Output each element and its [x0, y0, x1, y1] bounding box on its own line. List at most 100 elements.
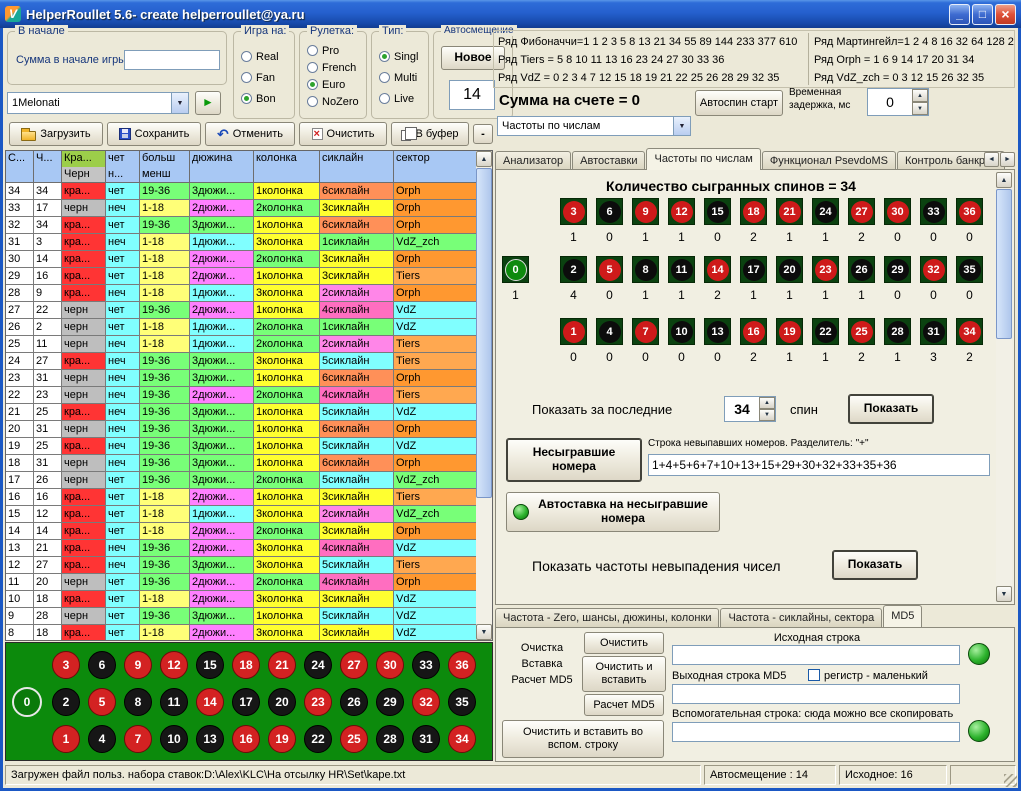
wheel-number[interactable]: 1 [52, 725, 80, 753]
table-row[interactable]: 1321кра...неч19-362дюжи...3колонка4сикла… [6, 540, 492, 557]
wheel-number[interactable]: 24 [304, 651, 332, 679]
md5-clear-paste-button[interactable]: Очистить и вставить [582, 656, 666, 692]
table-row[interactable]: 2031черннеч19-363дюжи...1колонка6сиклайн… [6, 421, 492, 438]
wheel-number[interactable]: 20 [268, 688, 296, 716]
scroll-down-icon[interactable]: ▼ [476, 624, 492, 640]
wheel-number[interactable]: 32 [412, 688, 440, 716]
wheel-zero[interactable]: 0 [12, 687, 42, 717]
wheel-number[interactable]: 33 [412, 651, 440, 679]
minimize-button[interactable]: _ [949, 4, 970, 25]
freq-number[interactable]: 6 [596, 198, 623, 225]
freq-number[interactable]: 32 [920, 256, 947, 283]
freq-number[interactable]: 25 [848, 318, 875, 345]
md5-output-input[interactable] [672, 684, 960, 704]
freq-number[interactable]: 20 [776, 256, 803, 283]
table-scroll-thumb[interactable] [476, 168, 492, 498]
table-row[interactable]: 3434кра...чет19-363дюжи...1колонка6сикла… [6, 183, 492, 200]
freq-number[interactable]: 35 [956, 256, 983, 283]
wheel-number[interactable]: 19 [268, 725, 296, 753]
freq-number[interactable]: 31 [920, 318, 947, 345]
last-spins-spinner[interactable]: 34 ▲ ▼ [724, 396, 776, 422]
tab-bottom-1[interactable]: Частота - Zero, шансы, дюжины, колонки [495, 608, 719, 627]
wheel-number[interactable]: 17 [232, 688, 260, 716]
radio-real[interactable]: Real [241, 50, 294, 63]
autospin-start-button[interactable]: Автоспин старт [695, 90, 783, 116]
wheel-number[interactable]: 2 [52, 688, 80, 716]
start-sum-input[interactable] [124, 50, 220, 70]
wheel-number[interactable]: 27 [340, 651, 368, 679]
delay-spin-buttons[interactable]: ▲ ▼ [912, 89, 928, 115]
radio-multi[interactable]: Multi [379, 71, 428, 84]
freq-number[interactable]: 34 [956, 318, 983, 345]
mode-combobox[interactable]: Частоты по числам ▼ [497, 116, 691, 136]
freq-zero[interactable]: 0 [502, 256, 529, 283]
freq-number[interactable]: 5 [596, 256, 623, 283]
wheel-number[interactable]: 22 [304, 725, 332, 753]
md5-clear-paste-aux-button[interactable]: Очистить и вставить во вспом. строку [502, 720, 664, 758]
wheel-number[interactable]: 11 [160, 688, 188, 716]
freq-scrollbar[interactable]: ▲ ▼ [996, 172, 1012, 602]
close-button[interactable]: × [995, 4, 1016, 25]
freq-number[interactable]: 30 [884, 198, 911, 225]
md5-clear-button[interactable]: Очистить [584, 632, 664, 654]
table-row[interactable]: 1925кра...неч19-363дюжи...1колонка5сикла… [6, 438, 492, 455]
table-row[interactable]: 2125кра...неч19-363дюжи...1колонка5сикла… [6, 404, 492, 421]
freq-number[interactable]: 11 [668, 256, 695, 283]
wheel-number[interactable]: 28 [376, 725, 404, 753]
maximize-button[interactable]: □ [972, 4, 993, 25]
md5-aux-input[interactable] [672, 722, 960, 742]
load-button[interactable]: Загрузить [9, 122, 103, 146]
table-row[interactable]: 262чернчет1-181дюжи...2колонка1сиклайнVd… [6, 319, 492, 336]
column-header[interactable]: дюжина [190, 151, 254, 183]
missed-numbers-button[interactable]: Несыгравшие номера [506, 438, 642, 482]
table-scrollbar[interactable]: ▲ ▼ [476, 151, 492, 640]
column-header[interactable]: Кра...Черн [62, 151, 106, 183]
radio-euro[interactable]: Euro [307, 78, 366, 91]
wheel-number[interactable]: 35 [448, 688, 476, 716]
freq-number[interactable]: 8 [632, 256, 659, 283]
wheel-number[interactable]: 26 [340, 688, 368, 716]
freq-number[interactable]: 10 [668, 318, 695, 345]
freq-number[interactable]: 27 [848, 198, 875, 225]
show-last-button[interactable]: Показать [848, 394, 934, 424]
autobet-missed-button[interactable]: Автоставка на несыгравшие номера [506, 492, 720, 532]
radio-live[interactable]: Live [379, 92, 428, 105]
missed-numbers-input[interactable] [648, 454, 990, 476]
table-row[interactable]: 2223черннеч19-362дюжи...2колонка4сиклайн… [6, 387, 492, 404]
wheel-number[interactable]: 9 [124, 651, 152, 679]
radio-french[interactable]: French [307, 61, 366, 74]
spin-down-icon[interactable]: ▼ [912, 102, 928, 115]
table-row[interactable]: 2916кра...чет1-182дюжи...1колонка3сиклай… [6, 268, 492, 285]
minus-button[interactable]: - [473, 124, 493, 144]
freq-number[interactable]: 33 [920, 198, 947, 225]
wheel-number[interactable]: 30 [376, 651, 404, 679]
md5-aux-led-button[interactable] [968, 720, 990, 742]
column-header[interactable]: С... [6, 151, 34, 183]
wheel-number[interactable]: 10 [160, 725, 188, 753]
resize-grip[interactable] [1004, 774, 1017, 787]
table-row[interactable]: 928чернчет19-363дюжи...1колонка5сиклайнV… [6, 608, 492, 625]
table-row[interactable]: 3014кра...чет1-182дюжи...2колонка3сиклай… [6, 251, 492, 268]
radio-bon[interactable]: Bon [241, 92, 294, 105]
last-spins-spin-buttons[interactable]: ▲ ▼ [759, 397, 775, 421]
wheel-number[interactable]: 36 [448, 651, 476, 679]
freq-number[interactable]: 12 [668, 198, 695, 225]
freq-number[interactable]: 4 [596, 318, 623, 345]
freq-number[interactable]: 19 [776, 318, 803, 345]
wheel-number[interactable]: 18 [232, 651, 260, 679]
wheel-number[interactable]: 34 [448, 725, 476, 753]
tab-right-1[interactable]: Анализатор [495, 151, 571, 170]
radio-nozero[interactable]: NoZero [307, 95, 366, 108]
tabs-scroll-left-icon[interactable]: ◄ [984, 152, 999, 167]
freq-number[interactable]: 13 [704, 318, 731, 345]
tab-bottom-2[interactable]: Частота - сиклайны, сектора [720, 608, 882, 627]
wheel-number[interactable]: 3 [52, 651, 80, 679]
spin-down-icon[interactable]: ▼ [759, 409, 775, 421]
copy-to-buffer-button[interactable]: В буфер [391, 122, 469, 146]
table-row[interactable]: 1227кра...неч19-363дюжи...3колонка5сикла… [6, 557, 492, 574]
freq-number[interactable]: 22 [812, 318, 839, 345]
table-row[interactable]: 1018кра...чет1-182дюжи...3колонка3сиклай… [6, 591, 492, 608]
freq-number[interactable]: 3 [560, 198, 587, 225]
scroll-up-icon[interactable]: ▲ [996, 172, 1012, 188]
wheel-number[interactable]: 12 [160, 651, 188, 679]
